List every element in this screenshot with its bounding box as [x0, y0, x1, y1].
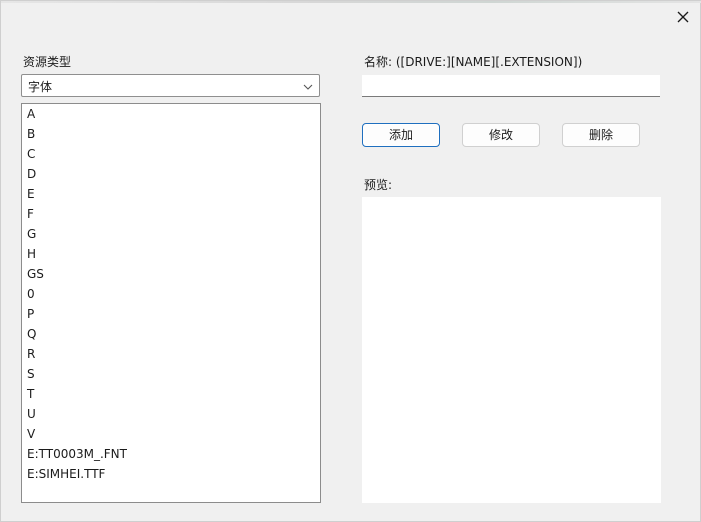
list-item[interactable]: 0 [22, 284, 320, 304]
chevron-down-icon [303, 81, 313, 91]
title-bar [1, 1, 701, 3]
preview-label: 预览: [364, 178, 393, 192]
list-item[interactable]: S [22, 364, 320, 384]
resource-type-label: 资源类型 [23, 55, 72, 69]
add-button[interactable]: 添加 [362, 123, 440, 147]
resource-listbox[interactable]: A B C D E F G H GS 0 P Q R S T U V E:TT0003M_.FNT E:SIMHEI… [21, 103, 321, 503]
list-item[interactable]: H [22, 244, 320, 264]
list-item[interactable]: E:SIMHEI.TTF [22, 464, 320, 484]
list-item[interactable]: T [22, 384, 320, 404]
preview-area [362, 197, 661, 503]
list-item[interactable]: R [22, 344, 320, 364]
resource-type-select[interactable]: 字体 [21, 74, 320, 97]
name-input[interactable] [362, 75, 660, 97]
resource-dialog: 资源类型 字体 A B C D E F G H GS 0 P Q R S T U V E:TT0003M_.FNT… [0, 0, 701, 522]
list-item[interactable]: B [22, 124, 320, 144]
list-item[interactable]: D [22, 164, 320, 184]
list-item[interactable]: E:TT0003M_.FNT [22, 444, 320, 464]
list-item[interactable]: Q [22, 324, 320, 344]
modify-button[interactable]: 修改 [462, 123, 540, 147]
list-item[interactable]: A [22, 104, 320, 124]
list-item[interactable]: F [22, 204, 320, 224]
close-button[interactable] [674, 8, 692, 26]
list-item[interactable]: E [22, 184, 320, 204]
list-item[interactable]: G [22, 224, 320, 244]
list-item[interactable]: C [22, 144, 320, 164]
delete-button[interactable]: 删除 [562, 123, 640, 147]
close-icon [674, 8, 692, 26]
list-item[interactable]: U [22, 404, 320, 424]
list-item[interactable]: P [22, 304, 320, 324]
list-item[interactable]: V [22, 424, 320, 444]
list-item[interactable]: GS [22, 264, 320, 284]
name-field-label: 名称: ([DRIVE:][NAME][.EXTENSION]) [364, 55, 583, 69]
resource-type-selected-value: 字体 [28, 80, 53, 94]
